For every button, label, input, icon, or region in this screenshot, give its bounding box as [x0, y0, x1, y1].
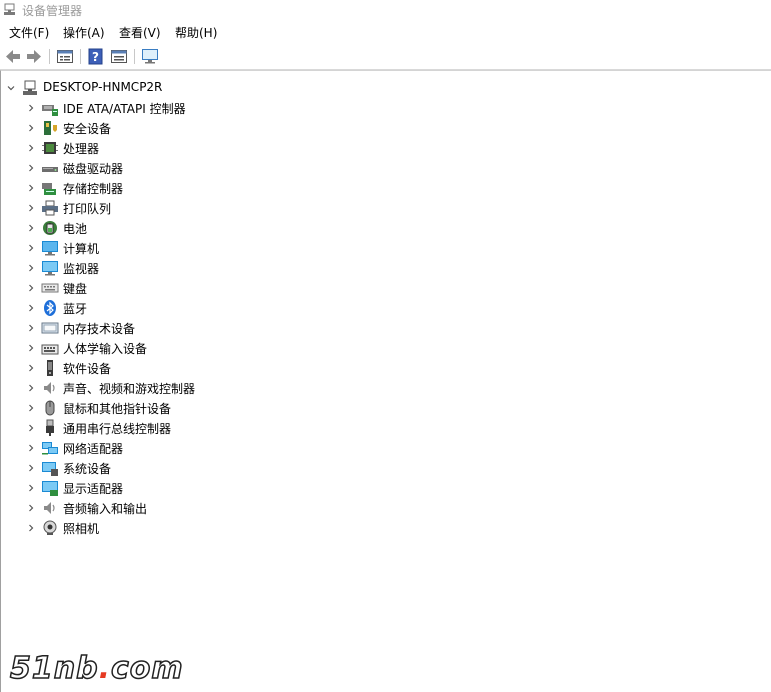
chevron-right-icon[interactable]	[27, 504, 35, 512]
tree-root-label: DESKTOP-HNMCP2R	[43, 80, 163, 94]
menu-bar: 文件(F) 操作(A) 查看(V) 帮助(H)	[0, 22, 771, 42]
chevron-right-icon[interactable]	[27, 124, 35, 132]
usb-icon	[46, 419, 54, 436]
tree-item-label: 计算机	[63, 242, 100, 256]
tree-item-label: 通用串行总线控制器	[63, 422, 172, 436]
chevron-right-icon[interactable]	[27, 384, 35, 392]
chevron-right-icon[interactable]	[27, 444, 35, 452]
tree-item-label: 人体学输入设备	[63, 342, 148, 356]
tree-item-label: 音频输入和输出	[63, 502, 148, 516]
chevron-right-icon[interactable]	[27, 464, 35, 472]
tree-item-label: 鼠标和其他指针设备	[63, 402, 172, 416]
tree-item-label: 声音、视频和游戏控制器	[63, 382, 196, 396]
monitor-icon[interactable]	[141, 48, 159, 65]
tree-item-label: 打印队列	[63, 202, 112, 216]
display-adapter-icon	[42, 481, 58, 496]
menu-help[interactable]: 帮助(H)	[175, 24, 217, 41]
window-title: 设备管理器	[22, 4, 83, 18]
tree-item-label: 系统设备	[63, 462, 112, 476]
forward-icon[interactable]	[25, 48, 43, 65]
chevron-right-icon[interactable]	[27, 144, 35, 152]
tree-item-label: 键盘	[63, 282, 88, 296]
tree-item-label: 内存技术设备	[63, 322, 136, 336]
chevron-right-icon[interactable]	[27, 224, 35, 232]
disk-drive-icon	[42, 167, 58, 172]
chevron-right-icon[interactable]	[27, 404, 35, 412]
menu-view[interactable]: 查看(V)	[119, 24, 161, 41]
view-icon[interactable]	[110, 48, 128, 65]
help-icon[interactable]: ?	[87, 48, 105, 65]
chevron-right-icon[interactable]	[27, 364, 35, 372]
security-device-icon	[44, 121, 57, 135]
computer-icon	[42, 241, 58, 256]
printer-icon	[42, 200, 58, 216]
chevron-right-icon[interactable]	[27, 324, 35, 332]
tree-item-label: IDE ATA/ATAPI 控制器	[63, 102, 186, 116]
chevron-right-icon[interactable]	[27, 284, 35, 292]
chevron-right-icon[interactable]	[27, 104, 35, 112]
back-icon[interactable]	[4, 48, 22, 65]
tree-item-label: 处理器	[63, 142, 100, 156]
tree-item-label: 监视器	[63, 262, 100, 276]
watermark-logo: 51nb.com	[9, 650, 184, 687]
properties-icon[interactable]	[56, 48, 74, 65]
bluetooth-icon	[44, 300, 56, 316]
tree-item-label: 安全设备	[63, 122, 112, 136]
network-adapter-icon	[42, 442, 58, 455]
computer-tower-icon	[23, 80, 37, 95]
svg-text:?: ?	[92, 50, 99, 64]
toolbar-separator	[49, 49, 50, 64]
chevron-right-icon[interactable]	[27, 484, 35, 492]
chevron-right-icon[interactable]	[27, 304, 35, 312]
software-device-icon	[47, 360, 53, 376]
processor-icon	[42, 142, 58, 154]
chevron-right-icon[interactable]	[27, 264, 35, 272]
battery-icon	[43, 221, 57, 235]
tree-item-label: 磁盘驱动器	[63, 162, 124, 176]
toolbar: ?	[0, 44, 771, 70]
sound-icon	[44, 382, 55, 394]
tree-item-label: 显示适配器	[63, 482, 124, 496]
tree-item-label: 电池	[63, 222, 88, 236]
chevron-right-icon[interactable]	[27, 164, 35, 172]
menu-file[interactable]: 文件(F)	[9, 24, 49, 41]
chevron-right-icon[interactable]	[27, 204, 35, 212]
monitor-icon	[42, 261, 58, 276]
chevron-right-icon[interactable]	[27, 344, 35, 352]
memory-device-icon	[41, 322, 59, 334]
tree-item-label: 蓝牙	[63, 302, 88, 316]
storage-controller-icon	[42, 183, 56, 195]
ide-controller-icon	[42, 105, 58, 116]
toolbar-separator	[80, 49, 81, 64]
device-manager-icon	[4, 3, 15, 15]
mouse-icon	[45, 400, 55, 416]
system-device-icon	[42, 462, 58, 476]
watermark-text-tail: com	[110, 650, 184, 687]
device-tree: DESKTOP-HNMCP2R IDE ATA/ATAPI 控制器 安全设备处理器…	[0, 70, 771, 692]
watermark-dot: .	[98, 651, 111, 686]
toolbar-separator	[134, 49, 135, 64]
chevron-right-icon[interactable]	[27, 184, 35, 192]
watermark-text: 51nb	[9, 650, 99, 687]
chevron-right-icon[interactable]	[27, 524, 35, 532]
menu-action[interactable]: 操作(A)	[63, 24, 105, 41]
tree-item-label: 照相机	[63, 522, 100, 536]
tree-item-label: 存储控制器	[63, 182, 124, 196]
chevron-right-icon[interactable]	[27, 244, 35, 252]
keyboard-icon	[41, 283, 59, 293]
camera-icon	[43, 520, 57, 535]
chevron-down-icon[interactable]	[7, 84, 15, 92]
chevron-right-icon[interactable]	[27, 424, 35, 432]
tree-item-label: 软件设备	[63, 362, 112, 376]
title-bar: 设备管理器	[0, 0, 771, 20]
hid-icon	[41, 344, 59, 355]
audio-io-icon	[44, 502, 55, 514]
tree-item-label: 网络适配器	[63, 442, 124, 456]
